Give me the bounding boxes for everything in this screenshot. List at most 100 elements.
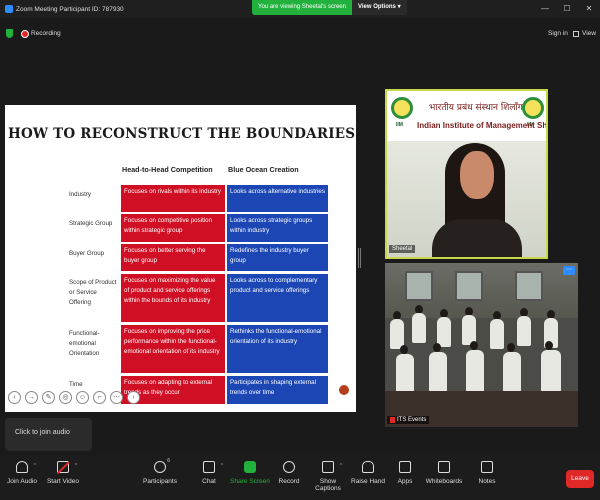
notes-label: Notes xyxy=(478,478,496,485)
close-button[interactable]: ✕ xyxy=(578,0,600,18)
participant-name: Sheetal xyxy=(389,245,416,253)
participant-name: ITS Events xyxy=(397,417,427,423)
raise-hand-button[interactable]: Raise Hand xyxy=(348,461,388,485)
notes-button[interactable]: Notes xyxy=(467,461,507,485)
minimize-button[interactable]: — xyxy=(534,0,556,18)
record-label: Record xyxy=(278,478,300,485)
viewing-screen-label: You are viewing Sheetal's screen xyxy=(252,0,352,15)
tile-menu-button[interactable]: ⋯ xyxy=(563,266,575,275)
cell-head-to-head: Focuses on competitive position within s… xyxy=(121,214,225,242)
show-captions-label: Show Captions xyxy=(315,478,341,492)
screen-share-banner: You are viewing Sheetal's screen View Op… xyxy=(252,0,407,15)
show-captions-button[interactable]: ^ Show Captions xyxy=(308,461,348,492)
meeting-status-bar: Recording Sign in View xyxy=(0,24,600,44)
room-window xyxy=(455,271,483,301)
chevron-up-icon: ^ xyxy=(74,463,77,469)
raise-hand-label: Raise Hand xyxy=(351,478,385,485)
cell-head-to-head: Focuses on maximizing the value of produ… xyxy=(121,274,225,322)
column-blue-ocean: Blue Ocean Creation xyxy=(228,165,299,174)
previous-slide-icon[interactable]: ‹ xyxy=(8,391,21,404)
notes-icon xyxy=(481,461,493,473)
institute-banner: IIM IIM भारतीय प्रबंध संस्थान शिलॉंग Ind… xyxy=(387,91,546,141)
share-screen-button[interactable]: Share Screen xyxy=(230,461,270,485)
speaker-face xyxy=(460,151,494,199)
audience-video-tile[interactable]: ⋯ ITS Events xyxy=(385,263,578,427)
row-label-time: Time xyxy=(69,381,83,388)
shield-icon[interactable] xyxy=(6,29,13,38)
participants-icon: 6 xyxy=(154,458,170,473)
subtitles-icon[interactable]: ⌐ xyxy=(93,391,106,404)
apps-button[interactable]: Apps xyxy=(385,461,425,485)
apps-icon xyxy=(399,461,411,473)
resize-handle[interactable] xyxy=(358,248,361,268)
record-button[interactable]: Record xyxy=(269,461,309,485)
view-options-button[interactable]: View Options ▾ xyxy=(351,0,407,15)
chat-button[interactable]: ^ Chat xyxy=(189,461,229,485)
participant-name-label: ITS Events xyxy=(387,416,430,424)
pen-icon[interactable]: ✎ xyxy=(42,391,55,404)
cell-blue-ocean: Looks across alternative industries xyxy=(227,185,328,212)
speaker-body xyxy=(432,219,522,257)
chat-label: Chat xyxy=(202,478,216,485)
attendee-head xyxy=(470,341,478,350)
row-label-buyer-group: Buyer Group xyxy=(69,250,105,257)
attendee xyxy=(429,352,447,392)
iim-logo-icon xyxy=(391,97,413,119)
window-title: Zoom Meeting Participant ID: 787930 xyxy=(16,5,124,13)
chevron-up-icon: ^ xyxy=(220,463,223,469)
room-window xyxy=(515,271,543,301)
more-options-icon[interactable]: ⋯ xyxy=(110,391,123,404)
attendee-head xyxy=(433,343,441,352)
iim-logo-icon xyxy=(522,97,544,119)
speaker-video-tile[interactable]: IIM IIM भारतीय प्रबंध संस्थान शिलॉंग Ind… xyxy=(385,89,548,259)
attendee xyxy=(517,316,531,346)
start-video-button[interactable]: ^ Start Video xyxy=(43,461,83,485)
pointer-icon[interactable]: → xyxy=(25,391,38,404)
video-off-icon: ^ xyxy=(56,461,77,474)
join-audio-label: Join Audio xyxy=(7,478,37,485)
column-head-to-head: Head-to-Head Competition xyxy=(122,165,213,174)
start-video-label: Start Video xyxy=(46,478,80,485)
maximize-button[interactable]: ☐ xyxy=(556,0,578,18)
leave-button[interactable]: Leave xyxy=(566,470,594,488)
participants-button[interactable]: 6 Participants xyxy=(140,458,180,485)
join-audio-button[interactable]: ^ Join Audio xyxy=(2,461,42,485)
attendee xyxy=(541,350,561,392)
recording-icon xyxy=(21,30,29,38)
sign-in-button[interactable]: Sign in xyxy=(548,30,568,37)
row-label-industry: Industry xyxy=(69,191,92,198)
attendee-head xyxy=(507,343,515,352)
whiteboard-icon xyxy=(438,461,450,473)
attendee-head xyxy=(400,345,408,354)
recording-label: Recording xyxy=(31,30,61,37)
emoji-icon[interactable]: ☺ xyxy=(76,391,89,404)
join-audio-tooltip: Click to join audio xyxy=(5,418,92,451)
cell-blue-ocean: Rethinks the functional-emotional orient… xyxy=(227,325,328,373)
room-window xyxy=(405,271,433,301)
cell-blue-ocean: Participates in shaping external trends … xyxy=(227,376,328,404)
next-slide-icon[interactable]: › xyxy=(127,391,140,404)
whiteboards-button[interactable]: Whiteboards xyxy=(424,461,464,485)
attendee xyxy=(503,352,521,392)
share-screen-label: Share Screen xyxy=(230,478,270,485)
focus-icon[interactable]: ◎ xyxy=(59,391,72,404)
cell-blue-ocean: Redefines the industry buyer group xyxy=(227,244,328,271)
window-controls: — ☐ ✕ xyxy=(534,0,600,18)
attendee xyxy=(412,313,426,343)
participants-label: Participants xyxy=(143,478,177,485)
zoom-window: Zoom Meeting Participant ID: 787930 — ☐ … xyxy=(0,0,600,500)
attendee-head xyxy=(545,341,553,350)
apps-label: Apps xyxy=(397,478,413,485)
zoom-logo-icon xyxy=(5,5,13,13)
row-label-strategic-group: Strategic Group xyxy=(69,220,113,227)
meeting-toolbar: ^ Join Audio ^ Start Video 6 Participant… xyxy=(0,455,600,500)
chevron-up-icon: ^ xyxy=(339,463,342,469)
view-button[interactable]: View xyxy=(582,30,596,37)
chevron-up-icon: ^ xyxy=(33,463,36,469)
cell-head-to-head: Focuses on improving the price performan… xyxy=(121,325,225,373)
chevron-down-icon: ▾ xyxy=(397,4,401,10)
grid-view-icon[interactable] xyxy=(573,31,579,37)
shared-screen: HOW TO RECONSTRUCT THE BOUNDARIES OF THE… xyxy=(5,105,517,412)
institute-name-hindi: भारतीय प्रबंध संस्थान शिलॉंग xyxy=(429,103,523,113)
cell-blue-ocean: Looks across to complementary product an… xyxy=(227,274,328,322)
